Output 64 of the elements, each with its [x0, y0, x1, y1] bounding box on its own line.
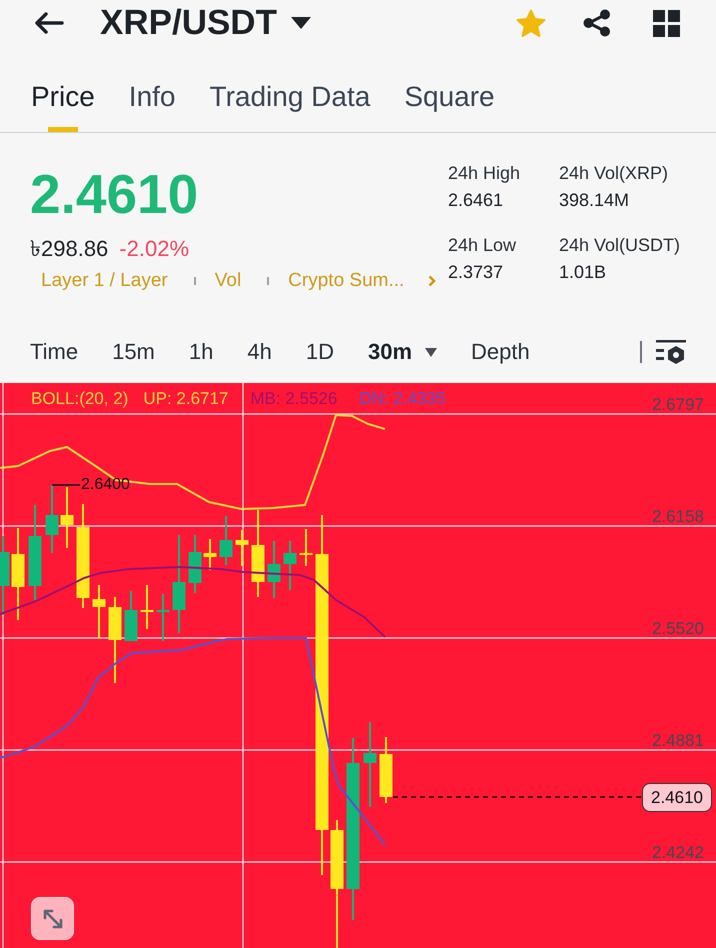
stat-value: 2.6461 [448, 189, 504, 212]
chevron-right-icon [428, 275, 436, 287]
candlestick [188, 535, 202, 593]
stat-value: 2.3737 [448, 261, 504, 284]
candlestick [46, 485, 58, 553]
price-axis-label: 2.6158 [652, 507, 704, 527]
back-button[interactable] [34, 12, 64, 34]
candlestick [204, 539, 216, 570]
stat-label: 24h Vol(USDT) [559, 234, 680, 257]
grid-menu-button[interactable] [653, 10, 680, 36]
pair-selector[interactable]: XRP/USDT [100, 3, 311, 43]
stat-label: 24h Low [448, 234, 518, 257]
stat-value: 398.14M [559, 189, 630, 212]
indicator-legend-label: DN: 2.4335 [359, 389, 446, 409]
chart-tab[interactable]: 1D [306, 337, 334, 367]
share-icon [583, 9, 611, 37]
stat-label: 24h Vol(XRP) [559, 162, 670, 185]
candlestick [236, 530, 248, 566]
caret-down-icon [290, 17, 311, 29]
last-price: 2.4610 [30, 167, 198, 222]
chart-tab[interactable]: 30m [368, 337, 438, 367]
nav-tab[interactable]: Square [404, 81, 495, 132]
candlestick [380, 737, 392, 803]
leader-line [52, 484, 80, 486]
expand-button[interactable] [31, 897, 74, 940]
chart-tab[interactable]: 4h [247, 337, 272, 367]
last-price-tag: 2.4610 [642, 783, 712, 812]
candlestick [268, 541, 280, 598]
price-axis-label: 2.4242 [652, 843, 704, 863]
back-arrow-icon [34, 12, 64, 34]
tab-underline [48, 127, 78, 132]
candlestick [92, 585, 106, 638]
price-axis-label: 2.6797 [652, 395, 704, 415]
candlestick [140, 585, 154, 629]
candlestick [284, 541, 296, 590]
indicator-legend-label: MB: 2.5526 [250, 389, 338, 409]
grid-icon [653, 10, 680, 36]
candlestick [60, 487, 74, 548]
chart-tab[interactable]: Depth [471, 337, 530, 367]
candlestick [300, 529, 312, 566]
nav-tab[interactable]: Info [128, 81, 176, 132]
price-axis-label: 2.5520 [652, 619, 704, 639]
high-price-label: 2.6400 [81, 475, 130, 495]
star-icon [516, 8, 546, 38]
candlestick [124, 591, 138, 641]
caret-down-icon [425, 348, 438, 356]
price-axis-label: 2.4881 [652, 731, 704, 751]
local-currency-price: ৳298.86 [30, 235, 108, 263]
chart-tab[interactable]: Time [30, 337, 78, 367]
nav-tab[interactable]: Trading Data [210, 81, 370, 132]
candlestick [220, 516, 232, 565]
chart-tab[interactable]: 1h [188, 337, 214, 367]
expand-icon [42, 908, 64, 930]
chart-settings-button[interactable] [656, 340, 686, 364]
indicator-legend-label: BOLL:(20, 2) [31, 389, 128, 409]
stat-label: 24h High [448, 162, 522, 185]
chart-tab[interactable]: 15m [112, 337, 155, 367]
price-change: -2.02% [119, 235, 190, 263]
stat-value: 1.01B [559, 261, 608, 284]
candlestick [156, 594, 170, 641]
share-button[interactable] [583, 9, 611, 37]
settings-icon [656, 340, 686, 364]
nav-tab[interactable]: Price [31, 81, 95, 132]
indicator-legend-label: UP: 2.6717 [143, 389, 228, 409]
